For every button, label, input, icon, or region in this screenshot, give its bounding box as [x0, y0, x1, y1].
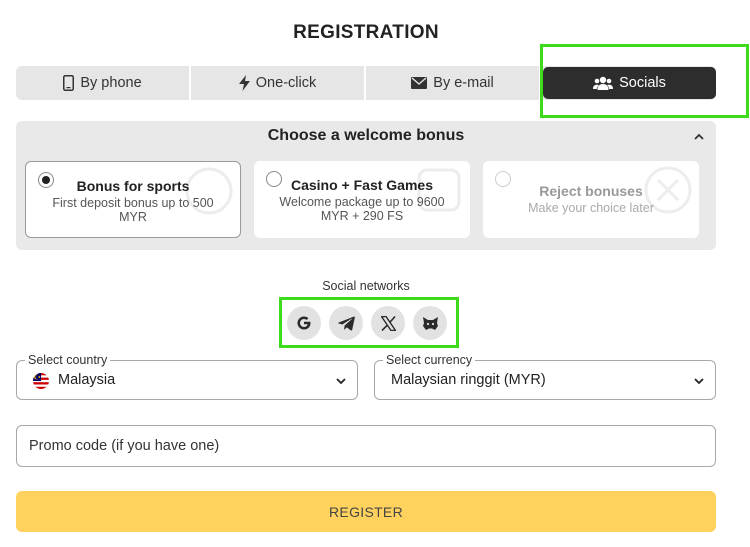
country-select-value: Malaysia — [58, 372, 116, 388]
social-networks-row — [287, 306, 447, 340]
malaysia-flag-icon — [33, 373, 49, 389]
page-title: REGISTRATION — [293, 22, 439, 43]
tab-label: By e-mail — [433, 75, 494, 91]
currency-select-label: Select currency — [383, 353, 476, 367]
register-button[interactable]: REGISTER — [16, 491, 716, 532]
ball-watermark-icon — [185, 167, 233, 215]
chevron-up-icon[interactable] — [692, 130, 706, 144]
cross-watermark-icon — [644, 166, 692, 214]
tab-by-email[interactable]: By e-mail — [366, 66, 541, 100]
tab-by-phone[interactable]: By phone — [16, 66, 191, 100]
bonus-option-sports[interactable]: Bonus for sports First deposit bonus up … — [25, 161, 241, 238]
currency-select[interactable]: Select currency Malaysian ringgit (MYR) — [374, 353, 716, 400]
chevron-down-icon — [694, 378, 704, 385]
tab-label: By phone — [80, 75, 142, 91]
envelope-icon — [411, 77, 428, 89]
country-select[interactable]: Select country Malaysia — [16, 353, 358, 400]
radio-button[interactable] — [38, 172, 54, 188]
bonus-option-reject[interactable]: Reject bonuses Make your choice later — [483, 161, 699, 238]
tab-socials[interactable]: Socials — [543, 67, 716, 99]
telegram-icon — [337, 316, 355, 331]
radio-button[interactable] — [495, 171, 511, 187]
users-icon — [593, 76, 614, 90]
bonus-option-casino[interactable]: Casino + Fast Games Welcome package up t… — [254, 161, 470, 238]
welcome-bonus-panel: Choose a welcome bonus Bonus for sports … — [16, 121, 716, 250]
tab-label: Socials — [619, 75, 666, 91]
telegram-login-button[interactable] — [329, 306, 363, 340]
x-login-button[interactable] — [371, 306, 405, 340]
country-select-label: Select country — [25, 353, 111, 367]
x-icon — [380, 315, 396, 331]
phone-icon — [63, 75, 75, 91]
chevron-down-icon — [336, 378, 346, 385]
metamask-icon — [422, 316, 438, 330]
registration-tabs: By phone One-click By e-mail Socials — [16, 66, 716, 100]
dice-watermark-icon — [417, 168, 461, 212]
google-icon — [297, 316, 311, 330]
social-networks-label: Social networks — [322, 279, 410, 293]
google-login-button[interactable] — [287, 306, 321, 340]
tab-label: One-click — [255, 75, 317, 91]
metamask-login-button[interactable] — [413, 306, 447, 340]
radio-button[interactable] — [266, 171, 282, 187]
promo-code-input[interactable] — [16, 425, 716, 467]
tab-one-click[interactable]: One-click — [191, 66, 366, 100]
bonus-panel-title: Choose a welcome bonus — [267, 127, 465, 144]
lightning-icon — [238, 75, 250, 91]
currency-select-value: Malaysian ringgit (MYR) — [391, 372, 546, 388]
